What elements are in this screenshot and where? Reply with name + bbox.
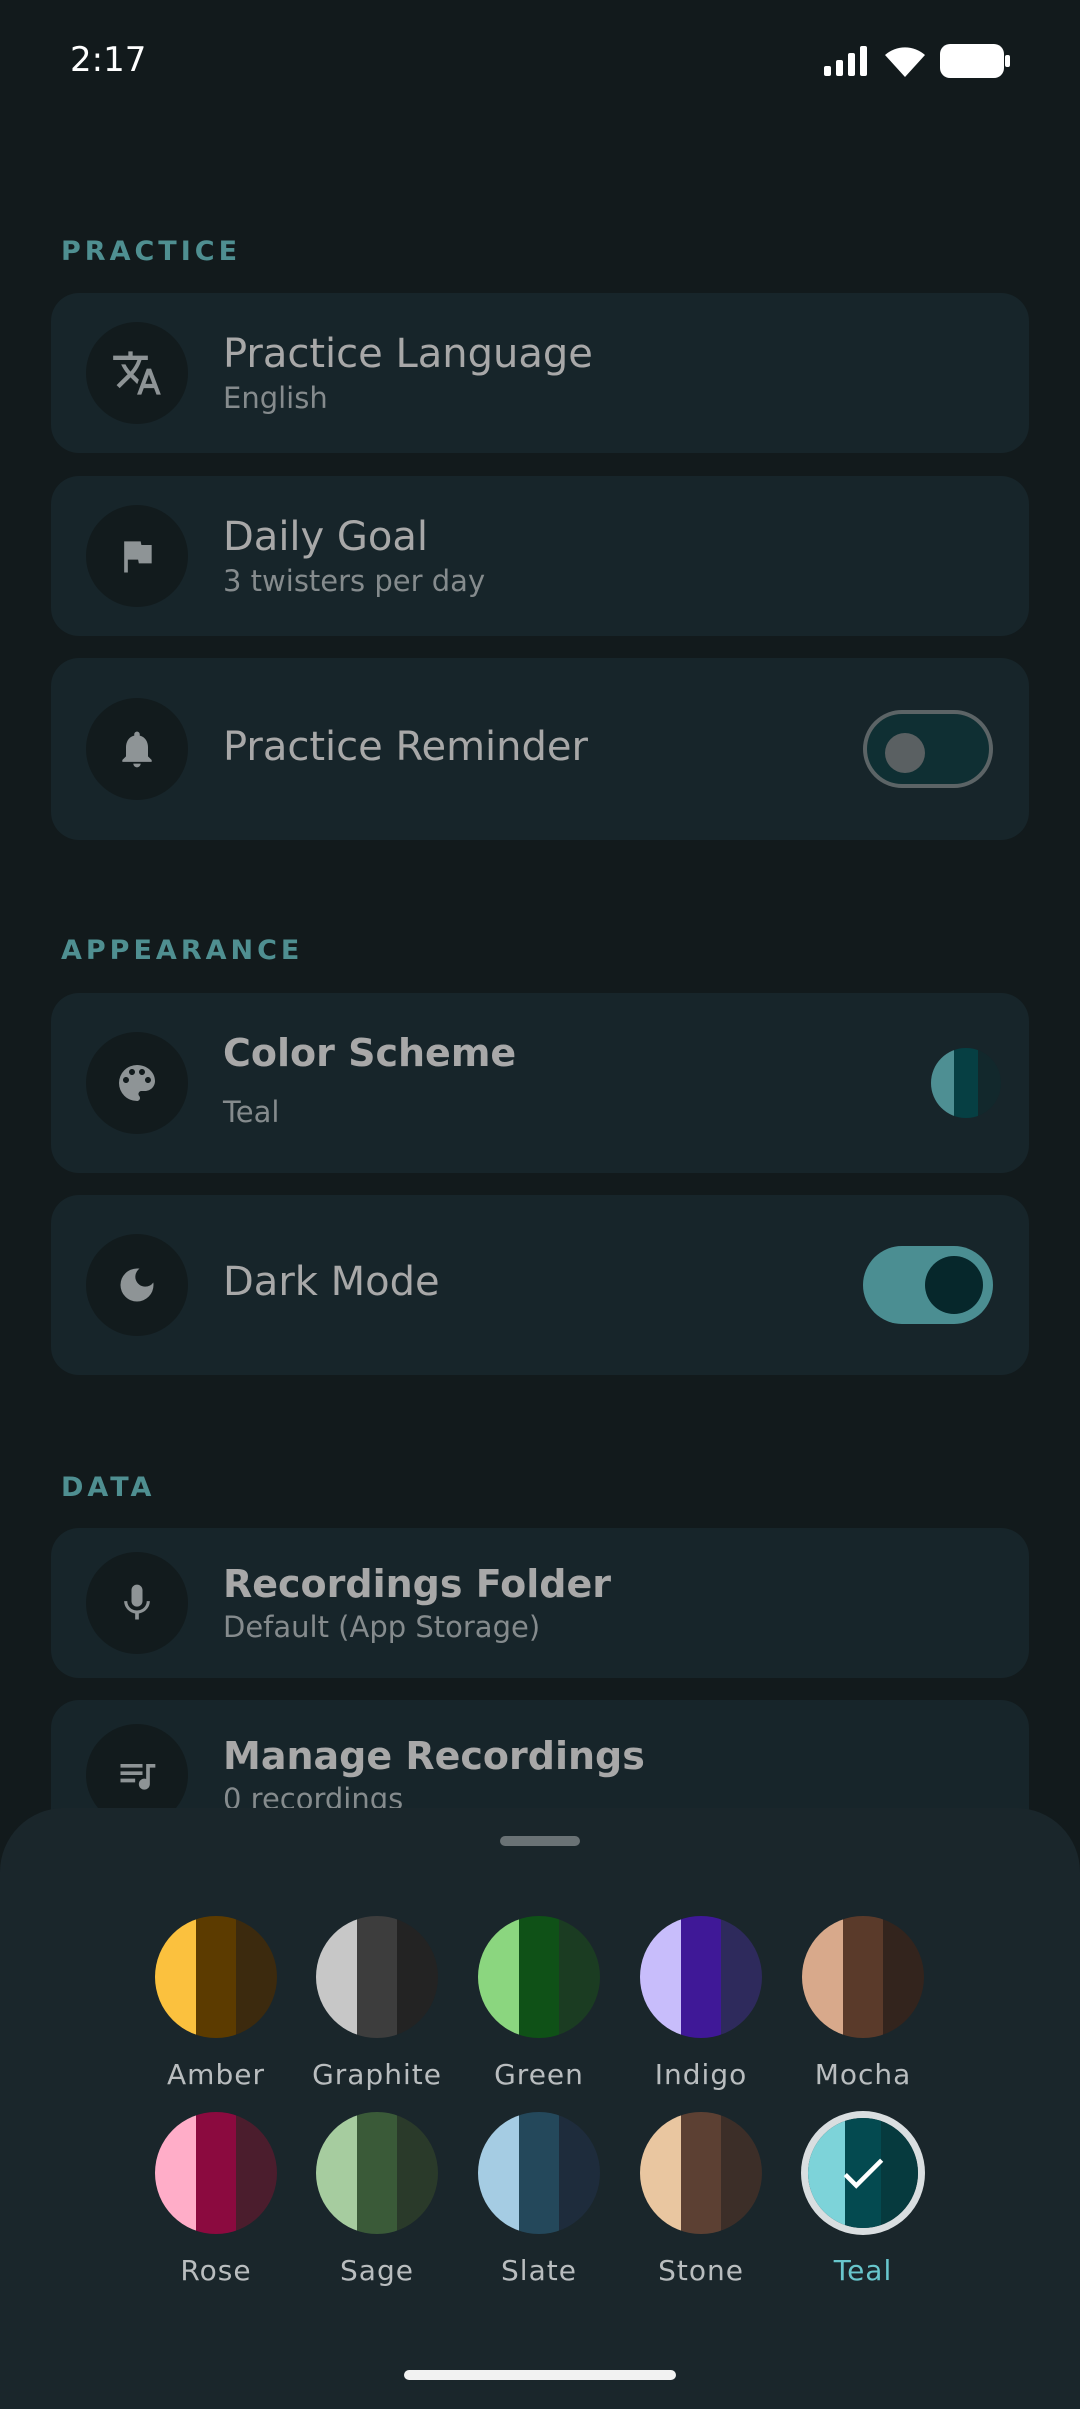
swatch-circle (802, 1916, 924, 2038)
color-swatch-graphite[interactable]: Graphite (297, 1916, 457, 2091)
recordings-folder-row[interactable]: Recordings Folder Default (App Storage) (51, 1528, 1029, 1678)
color-scheme-value: Teal (223, 1095, 280, 1129)
status-time: 2:17 (70, 40, 147, 80)
color-swatch-teal[interactable]: Teal (783, 2112, 943, 2287)
moon-icon (86, 1234, 188, 1336)
palette-icon (86, 1032, 188, 1134)
color-scheme-preview (931, 1048, 1001, 1118)
color-swatch-sage[interactable]: Sage (297, 2112, 457, 2287)
daily-goal-value: 3 twisters per day (223, 564, 486, 598)
wifi-icon (885, 47, 925, 77)
color-swatch-amber[interactable]: Amber (136, 1916, 296, 2091)
swatch-circle (316, 1916, 438, 2038)
flag-icon (86, 505, 188, 607)
dark-mode-switch[interactable] (863, 1246, 993, 1324)
settings-screen: 2:17 PRACTICE Practice Language English (0, 0, 1080, 2409)
home-indicator[interactable] (404, 2370, 676, 2380)
swatch-circle (640, 1916, 762, 2038)
status-bar: 2:17 (0, 0, 1080, 130)
signal-icon (824, 46, 867, 76)
swatch-label: Sage (340, 2254, 414, 2287)
dark-mode-title: Dark Mode (223, 1259, 440, 1305)
translate-icon (86, 322, 188, 424)
battery-icon (940, 44, 1010, 78)
section-header-data: DATA (61, 1472, 156, 1503)
color-scheme-row[interactable]: Color Scheme Teal (51, 993, 1029, 1173)
switch-knob (925, 1256, 983, 1314)
swatch-label: Slate (501, 2254, 577, 2287)
swatch-label: Stone (658, 2254, 744, 2287)
section-header-practice: PRACTICE (61, 236, 242, 267)
swatch-label: Mocha (814, 2058, 912, 2091)
dark-mode-row[interactable]: Dark Mode (51, 1195, 1029, 1375)
check-icon (808, 2118, 918, 2228)
swatch-circle (478, 2112, 600, 2234)
practice-language-value: English (223, 381, 328, 415)
swatch-circle (478, 1916, 600, 2038)
swatch-label: Green (494, 2058, 584, 2091)
daily-goal-row[interactable]: Daily Goal 3 twisters per day (51, 476, 1029, 636)
manage-recordings-title: Manage Recordings (223, 1734, 645, 1778)
swatch-circle (155, 2112, 277, 2234)
swatch-label: Indigo (654, 2058, 748, 2091)
color-swatch-stone[interactable]: Stone (621, 2112, 781, 2287)
daily-goal-title: Daily Goal (223, 514, 429, 560)
section-header-appearance: APPEARANCE (61, 935, 304, 966)
color-swatch-mocha[interactable]: Mocha (783, 1916, 943, 2091)
swatch-label: Teal (833, 2254, 893, 2287)
swatch-circle (155, 1916, 277, 2038)
status-icons (824, 44, 1010, 78)
practice-reminder-switch[interactable] (863, 710, 993, 788)
swatch-label: Graphite (312, 2058, 442, 2091)
swatch-circle (640, 2112, 762, 2234)
swatch-circle (316, 2112, 438, 2234)
recordings-folder-title: Recordings Folder (223, 1562, 611, 1606)
bell-icon (86, 698, 188, 800)
color-scheme-sheet: Amber Graphite Green Indigo Mocha Rose Sage Sla… (0, 1808, 1080, 2409)
color-swatch-indigo[interactable]: Indigo (621, 1916, 781, 2091)
swatch-label: Amber (167, 2058, 265, 2091)
color-scheme-title: Color Scheme (223, 1031, 517, 1075)
color-swatch-green[interactable]: Green (459, 1916, 619, 2091)
practice-language-title: Practice Language (223, 331, 593, 377)
practice-language-row[interactable]: Practice Language English (51, 293, 1029, 453)
swatch-label: Rose (180, 2254, 252, 2287)
recordings-folder-value: Default (App Storage) (223, 1610, 541, 1644)
color-swatch-rose[interactable]: Rose (136, 2112, 296, 2287)
switch-knob (885, 733, 925, 773)
swatch-circle (808, 2118, 918, 2228)
color-swatch-slate[interactable]: Slate (459, 2112, 619, 2287)
mic-icon (86, 1552, 188, 1654)
sheet-drag-handle[interactable] (500, 1836, 580, 1846)
practice-reminder-title: Practice Reminder (223, 724, 588, 770)
practice-reminder-row[interactable]: Practice Reminder (51, 658, 1029, 840)
